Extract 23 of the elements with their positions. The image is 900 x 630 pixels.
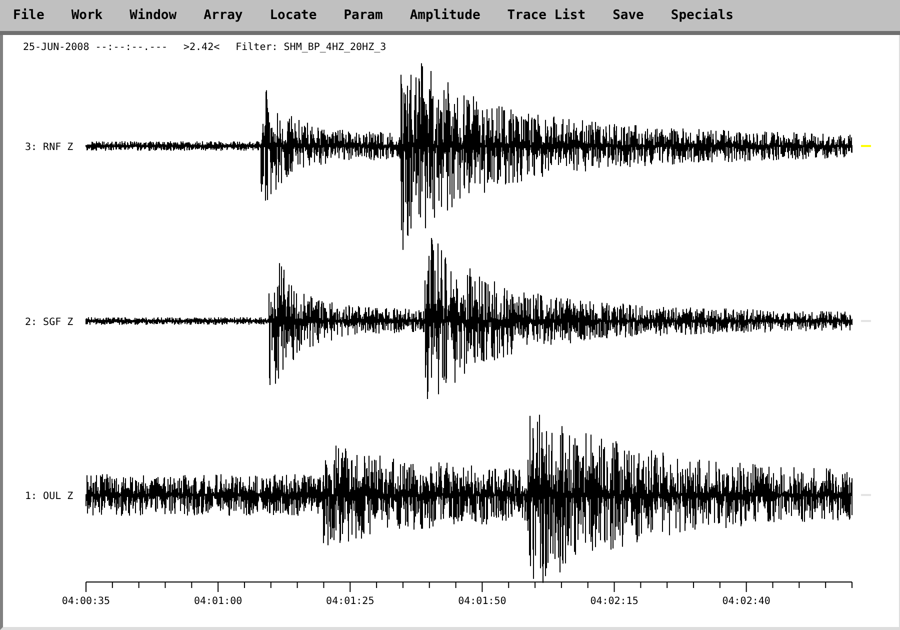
- time-label: 04:01:00: [194, 596, 242, 607]
- menu-item[interactable]: Specials: [670, 8, 734, 23]
- time-label: 04:02:15: [590, 596, 638, 607]
- trace-label: 1: OUL Z: [25, 491, 74, 502]
- menu-item[interactable]: Amplitude: [410, 8, 480, 23]
- time-label: 04:02:40: [722, 596, 770, 607]
- menu-item[interactable]: Param: [344, 8, 383, 23]
- trace-marker[interactable]: [861, 145, 871, 147]
- trace-label: 3: RNF Z: [25, 142, 74, 153]
- time-label: 04:00:35: [62, 596, 110, 607]
- time-label: 04:01:25: [326, 596, 374, 607]
- menu-item[interactable]: Trace List: [507, 8, 586, 23]
- menu-item[interactable]: Array: [204, 8, 243, 23]
- time-label: 04:01:50: [458, 596, 506, 607]
- menu-item[interactable]: File: [13, 8, 44, 23]
- filter-text: Filter: SHM_BP_4HZ_20HZ_3: [236, 42, 386, 55]
- scale-text: >2.42<: [184, 42, 220, 55]
- menu-item[interactable]: Work: [71, 8, 103, 23]
- date-text: 25-JUN-2008 --:--:--.---: [23, 42, 168, 55]
- trace-label: 2: SGF Z: [25, 317, 74, 328]
- menu-item[interactable]: Window: [130, 8, 177, 23]
- menu-item[interactable]: Locate: [270, 8, 317, 23]
- menu-item[interactable]: Save: [612, 8, 644, 23]
